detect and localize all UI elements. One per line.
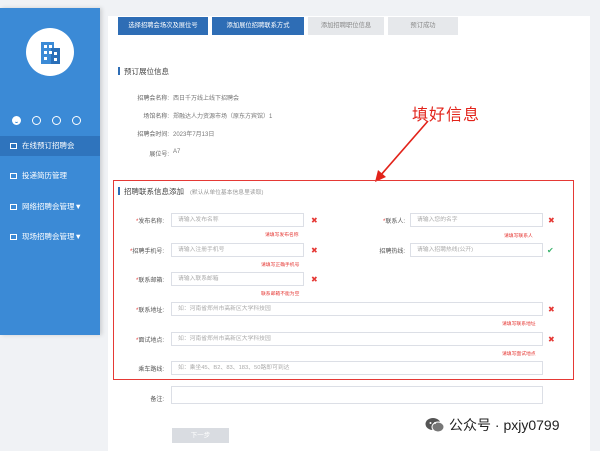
info-label: 展位号: [149,152,169,158]
watermark: 公众号 · pxjy0799 [425,415,559,435]
section-title-text: 招聘联系信息添加 [124,187,184,196]
section-title-text: 预订展位信息 [124,67,169,76]
sidebar-item-online-fair[interactable]: 网络招聘会管理▼ [0,197,100,217]
error-icon: ✖ [548,305,555,314]
error-icon: ✖ [548,335,555,344]
page-dots [12,116,92,127]
interview-label: *面试地点: [135,338,164,344]
info-label: 场馆名称: [143,114,169,120]
bus-label: 乘车路线: [138,367,164,373]
document-icon [10,204,17,210]
step-success: 预订成功 [388,17,458,35]
mobile-input[interactable]: 请输入注册手机号 [171,243,304,257]
error-icon: ✖ [548,216,555,225]
annotation-arrow [375,120,429,182]
error-text: 请填写联系人 [504,234,533,239]
sidebar-item-book-fair[interactable]: 在线预订招聘会 [0,136,100,156]
building-icon [41,42,60,64]
contact-person-label: *联系人: [382,219,405,225]
document-icon [10,234,17,240]
sidebar-item-label: 现场招聘会管理▼ [22,232,82,241]
dot-indicator[interactable] [52,116,61,125]
landline-input[interactable]: 请输入招聘热线(公开) [410,243,543,257]
smile-icon[interactable] [12,116,21,125]
booking-section-title: 预订展位信息 [118,66,169,77]
sidebar-item-onsite-fair[interactable]: 现场招聘会管理▼ [0,227,100,247]
error-icon: ✖ [311,216,318,225]
remark-label: 备注: [150,397,164,403]
sidebar-item-label: 投递简历管理 [22,171,67,180]
address-label: *联系地址: [135,308,164,314]
info-value: 西日千万线上线下招聘会 [173,96,240,102]
error-text: 请填写面试地点 [502,352,536,357]
section-subtitle: (默认从单位基本信息里读取) [190,190,264,196]
contact-person-input[interactable]: 请输入您的名字 [410,213,543,227]
info-label: 招聘会时间: [137,132,169,138]
info-value: 2023年7月13日 [173,132,215,138]
email-input[interactable]: 请输入联系邮箱 [171,272,304,286]
bus-input[interactable]: 如：乘坐45、B2、83、183、50路即可到达 [171,361,543,375]
sidebar-item-label: 在线预订招聘会 [22,141,75,150]
contact-section-title: 招聘联系信息添加 (默认从单位基本信息里读取) [118,186,263,197]
dot-indicator[interactable] [72,116,81,125]
wechat-icon [425,418,445,433]
dot-indicator[interactable] [32,116,41,125]
interview-input[interactable]: 如：河南省郑州市高新区大学科技园 [171,332,543,346]
step-label: 添加招聘职位信息 [320,22,372,29]
remark-input[interactable] [171,386,543,404]
error-text: 请填写发布名称 [265,233,299,238]
document-icon [10,173,17,179]
info-value: 郑融达人力资源市场（原东方宾馆）1 [173,114,273,120]
calendar-icon [10,143,17,149]
error-icon: ✖ [311,275,318,284]
name-label: *发布名称: [135,219,164,225]
mobile-label: *招聘手机号: [129,249,164,255]
company-logo [26,28,74,76]
address-input[interactable]: 如：河南省郑州市高新区大学科技园 [171,302,543,316]
step-label: 选择招聘会场次及展位号 [128,22,198,29]
step-label: 预订成功 [410,22,436,29]
name-input[interactable]: 请输入发布名称 [171,213,304,227]
sidebar-item-resumes[interactable]: 投递简历管理 [0,166,100,186]
sidebar: 在线预订招聘会 投递简历管理 网络招聘会管理▼ 现场招聘会管理▼ [0,8,100,335]
error-icon: ✖ [311,246,318,255]
watermark-text: 公众号 · pxjy0799 [449,417,560,433]
check-icon: ✔ [547,246,554,255]
step-positions: 添加招聘职位信息 [308,17,384,35]
email-label: *联系邮箱: [135,278,164,284]
error-text: 请填写联系地址 [502,322,536,327]
next-button[interactable]: 下一步 [172,428,229,443]
error-text: 联系邮箱不能为空 [261,292,300,297]
error-text: 请填写正确手机号 [261,263,300,268]
info-value: A7 [173,149,181,155]
step-select-fair: 选择招聘会场次及展位号 [118,17,208,35]
step-label: 添加展位招聘联系方式 [226,22,290,29]
info-label: 招聘会名称: [137,96,169,102]
landline-label: 招聘热线: [379,249,405,255]
sidebar-item-label: 网络招聘会管理▼ [22,202,82,211]
step-contact: 添加展位招聘联系方式 [212,17,304,35]
